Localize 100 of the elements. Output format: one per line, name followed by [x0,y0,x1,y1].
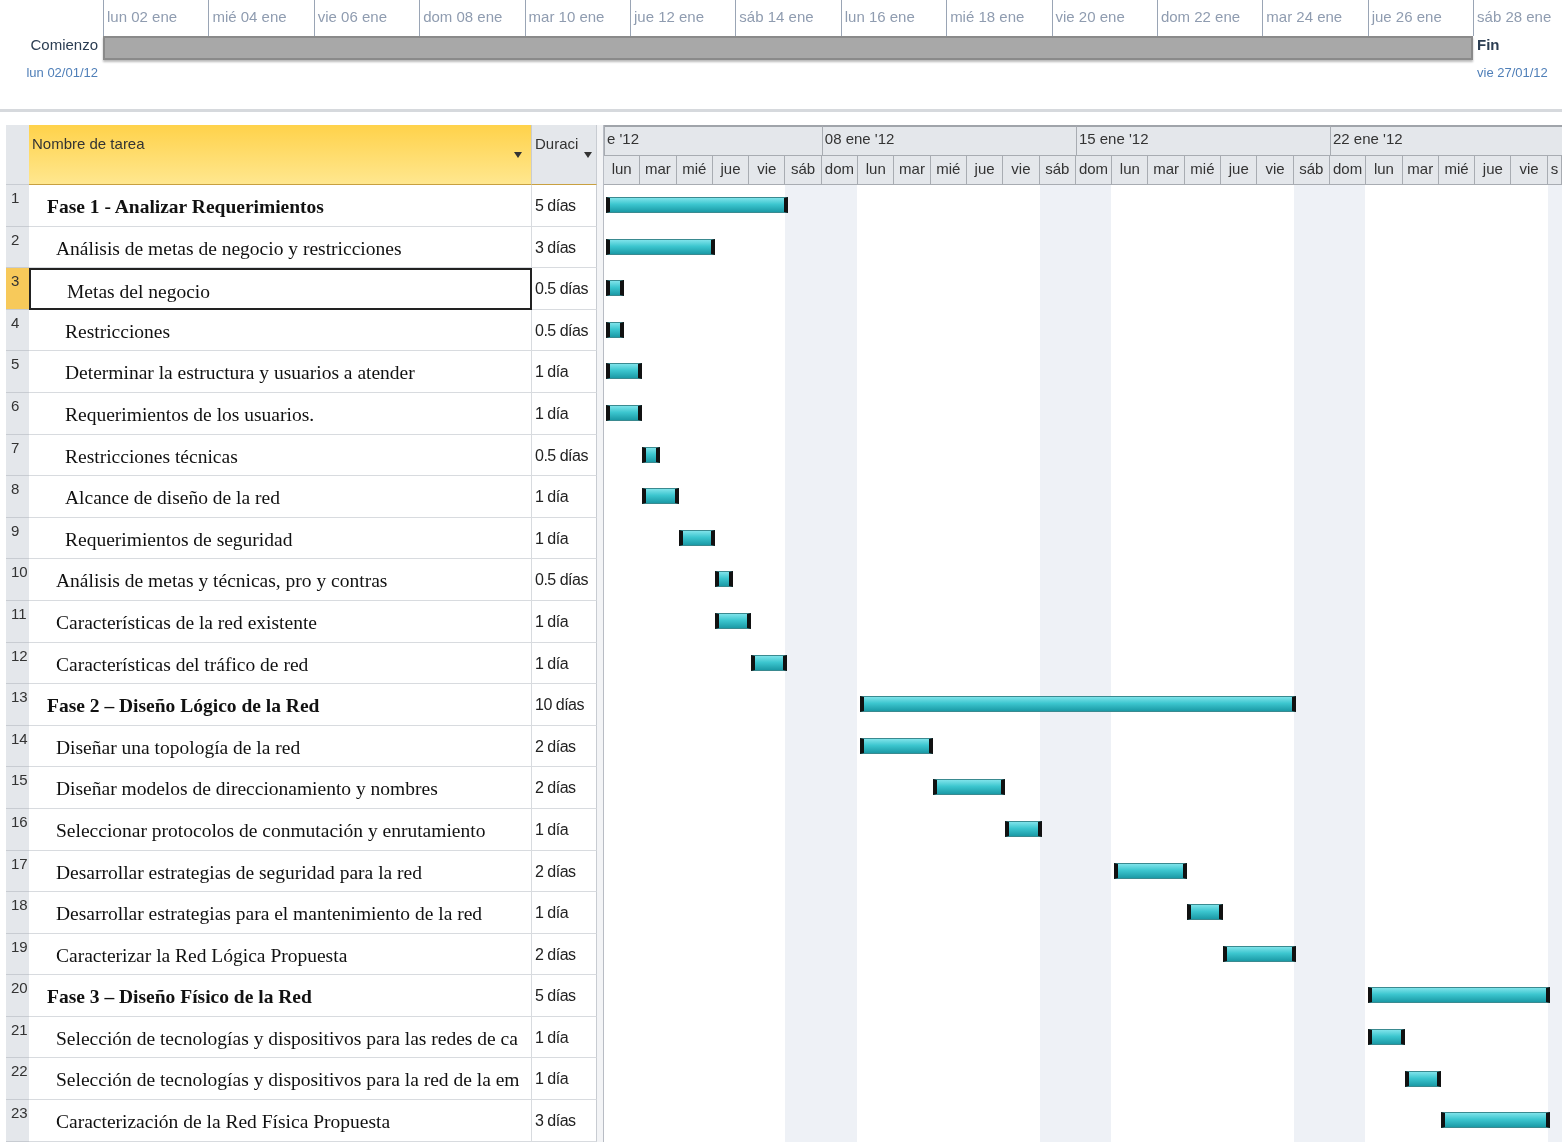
row-number[interactable]: 4 [6,309,29,352]
task-name-cell[interactable]: Desarrollar estrategias para el mantenimiento de la red [29,892,532,934]
task-name-cell[interactable]: Análisis de metas y técnicas, pro y contras [29,559,532,601]
row-number[interactable]: 19 [6,933,29,976]
row-number[interactable]: 17 [6,850,29,893]
task-bar[interactable] [678,529,715,546]
task-name-cell[interactable]: Análisis de metas de negocio y restricciones [29,226,532,269]
summary-bar[interactable] [606,197,788,213]
dropdown-caret-icon[interactable] [583,151,593,159]
task-bar[interactable] [1223,945,1296,962]
row-number[interactable]: 5 [6,351,29,393]
task-bar[interactable] [1368,1029,1405,1045]
column-header-label: Nombre de tarea [32,135,145,154]
day-header: mié [1438,156,1476,184]
start-label: Comienzo [30,36,98,53]
day-header: sáb [1293,156,1330,184]
row-number[interactable]: 1 [6,185,29,227]
row-number[interactable]: 18 [6,892,29,934]
row-number[interactable]: 2 [6,226,29,269]
day-header: mié [676,156,713,184]
task-name-cell[interactable]: Restricciones [29,309,532,352]
row-number[interactable]: 8 [6,476,29,518]
day-header: mar [1148,156,1185,184]
day-header: jue [712,156,750,184]
day-header: vie [1003,156,1040,184]
row-number[interactable]: 10 [6,559,29,601]
task-name-cell[interactable]: Fase 3 – Diseño Físico de la Red [29,975,532,1017]
row-number[interactable]: 13 [6,684,29,726]
day-header: dom [1330,156,1367,184]
task-name-cell[interactable]: Caracterizar la Red Lógica Propuesta [29,933,532,976]
task-bar[interactable] [606,238,715,255]
row-number[interactable]: 14 [6,725,29,768]
task-name-cell[interactable]: Requerimientos de los usuarios. [29,392,532,435]
week-header: 15 ene '12 [1075,125,1330,155]
row-number[interactable]: 3 [6,268,29,310]
task-name-cell[interactable]: Características de la red existente [29,600,532,643]
row-number[interactable]: 12 [6,642,29,685]
task-bar[interactable] [606,321,625,338]
task-name-cell[interactable]: Características del tráfico de red [29,642,532,685]
day-header: sáb [1039,156,1076,184]
end-label: Fin [1477,36,1501,53]
task-bar[interactable] [606,405,643,421]
task-bar[interactable] [714,613,752,629]
row-number[interactable]: 9 [6,517,29,560]
week-header: 08 ene '12 [821,125,1076,155]
row-number[interactable]: 20 [6,975,29,1017]
day-header: jue [1221,156,1258,184]
task-bar[interactable] [860,737,933,754]
task-name-cell[interactable]: Seleccionar protocolos de conmutación y enrutamiento [29,808,532,851]
row-number[interactable]: 11 [6,600,29,643]
week-header: 22 ene '12 [1330,125,1562,155]
task-name-cell[interactable]: Selección de tecnologías y dispositivos para la red de la em [29,1058,532,1101]
day-header: mié [930,156,967,184]
column-header-label: Duraci [535,135,579,154]
task-bar[interactable] [1186,904,1224,921]
task-bar[interactable] [751,654,788,671]
task-bar[interactable] [1440,1112,1550,1129]
task-bar[interactable] [606,363,643,380]
day-header: s [1547,156,1562,184]
task-bar[interactable] [1404,1070,1441,1087]
task-bar[interactable] [714,571,734,588]
task-name-cell[interactable]: Requerimientos de seguridad [29,517,532,560]
task-name-cell[interactable]: Caracterización de la Red Física Propuesta [29,1100,532,1142]
row-number[interactable]: 7 [6,434,29,477]
column-header[interactable]: Nombre de tarea [29,125,532,185]
day-header: vie [749,156,786,184]
timeline-tick: sáb 28 ene [1473,0,1562,36]
task-name-cell[interactable]: Diseñar modelos de direccionamiento y nombres [29,767,532,809]
task-bar[interactable] [932,779,1006,796]
day-header: mar [894,156,931,184]
task-name-cell[interactable]: Determinar la estructura y usuarios a atender [29,351,532,393]
task-name-cell[interactable]: Fase 1 - Analizar Requerimientos [29,185,532,227]
task-name-cell[interactable]: Metas del negocio [29,268,532,310]
dropdown-caret-icon[interactable] [513,151,523,159]
day-header: mié [1184,156,1222,184]
task-bar[interactable] [642,488,679,505]
task-bar[interactable] [1005,821,1042,837]
row-number[interactable]: 21 [6,1016,29,1059]
column-header[interactable]: Duraci [532,125,597,185]
day-header: lun [1112,156,1149,184]
day-header: vie [1511,156,1548,184]
day-header: lun [604,156,641,184]
summary-bar[interactable] [1368,987,1550,1004]
day-header: lun [858,156,895,184]
row-number[interactable]: 16 [6,808,29,851]
row-number[interactable]: 6 [6,392,29,435]
task-bar[interactable] [642,446,661,463]
task-name-cell[interactable]: Diseñar una topología de la red [29,725,532,768]
row-number[interactable]: 22 [6,1058,29,1101]
task-name-cell[interactable]: Fase 2 – Diseño Lógico de la Red [29,684,532,726]
task-bar[interactable] [1114,862,1187,879]
task-bar[interactable] [606,280,625,297]
task-name-cell[interactable]: Selección de tecnologías y dispositivos para las redes de ca [29,1016,532,1059]
row-number[interactable]: 15 [6,767,29,809]
day-header: mar [1402,156,1439,184]
week-header: e '12 [604,125,822,155]
task-name-cell[interactable]: Desarrollar estrategias de seguridad para la red [29,850,532,893]
task-name-cell[interactable]: Alcance de diseño de la red [29,476,532,518]
row-number[interactable]: 23 [6,1100,29,1142]
task-name-cell[interactable]: Restricciones técnicas [29,434,532,477]
